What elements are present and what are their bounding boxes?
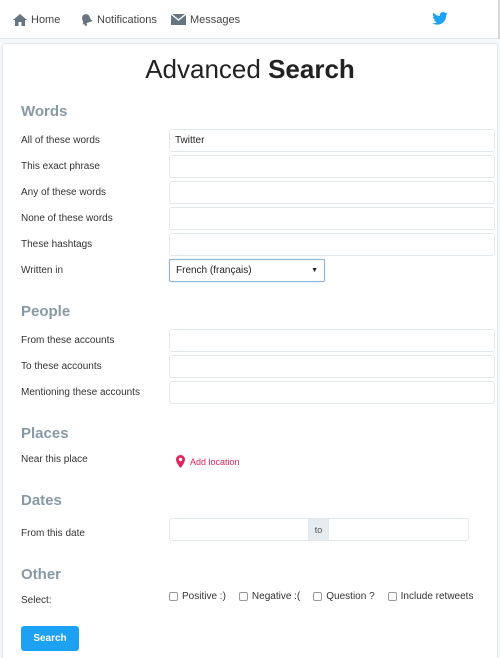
nav-notifications[interactable]: Notifications [80, 0, 157, 39]
from-date-label: From this date [21, 528, 85, 539]
map-pin-icon [176, 455, 185, 468]
add-location-link[interactable]: Add location [176, 455, 240, 468]
positive-label: Positive :) [182, 591, 226, 602]
none-words-input[interactable] [169, 207, 495, 230]
advanced-search-panel: Advanced Search Words All of these words… [2, 43, 498, 658]
nav-home-label: Home [31, 13, 61, 26]
none-words-label: None of these words [21, 213, 113, 224]
negative-option[interactable]: Negative :( [238, 591, 301, 602]
section-words-heading: Words [21, 103, 68, 120]
question-option[interactable]: Question ? [313, 591, 375, 602]
date-range-separator: to [308, 518, 329, 541]
positive-checkbox[interactable] [169, 592, 178, 601]
section-other-heading: Other [21, 566, 62, 583]
from-date-input[interactable] [169, 518, 309, 541]
mentioning-accounts-input[interactable] [169, 381, 495, 404]
to-accounts-input[interactable] [169, 355, 495, 378]
retweets-checkbox[interactable] [387, 592, 397, 601]
question-checkbox[interactable] [313, 592, 323, 601]
bird-icon [432, 12, 448, 25]
filter-options: Positive :) Negative :( Question ? Inclu… [169, 591, 473, 602]
section-people-heading: People [21, 303, 71, 320]
page-title-light: Advanced [145, 54, 261, 84]
home-icon [13, 13, 27, 26]
exact-phrase-input[interactable] [169, 155, 495, 178]
negative-label: Negative :( [251, 591, 301, 602]
page-title-bold: Search [268, 54, 355, 84]
retweets-option[interactable]: Include retweets [387, 591, 474, 602]
hashtags-input[interactable] [169, 233, 495, 256]
to-accounts-label: To these accounts [21, 361, 102, 372]
nav-messages-label: Messages [190, 13, 241, 26]
to-date-input[interactable] [328, 518, 469, 541]
language-select[interactable]: French (français) ▼ [169, 259, 325, 282]
brand-logo[interactable] [432, 12, 448, 30]
from-accounts-input[interactable] [169, 329, 495, 352]
section-places-heading: Places [21, 425, 69, 442]
retweets-label: Include retweets [400, 591, 474, 602]
mentioning-accounts-label: Mentioning these accounts [21, 387, 140, 398]
any-words-label: Any of these words [21, 187, 107, 198]
question-label: Question ? [326, 591, 375, 602]
nav-home[interactable]: Home [13, 0, 60, 39]
add-location-label: Add location [190, 456, 240, 467]
all-words-label: All of these words [21, 135, 100, 146]
hashtags-label: These hashtags [21, 239, 93, 250]
exact-phrase-label: This exact phrase [21, 161, 100, 172]
near-place-label: Near this place [21, 454, 88, 465]
from-accounts-label: From these accounts [21, 335, 115, 346]
search-button[interactable]: Search [21, 626, 79, 651]
nav-notifications-label: Notifications [97, 13, 157, 26]
top-nav: Home Notifications Messages [0, 0, 500, 39]
language-label: Written in [21, 265, 64, 276]
language-selected-value: French (français) [176, 265, 252, 276]
any-words-input[interactable] [169, 181, 495, 204]
nav-messages[interactable]: Messages [171, 0, 240, 39]
select-label: Select: [21, 595, 52, 606]
all-words-input[interactable]: Twitter [169, 129, 495, 152]
negative-checkbox[interactable] [238, 592, 248, 601]
envelope-icon [171, 14, 186, 25]
chevron-down-icon: ▼ [311, 267, 318, 274]
section-dates-heading: Dates [21, 492, 62, 509]
page-title: Advanced Search [3, 54, 497, 85]
bell-icon [82, 14, 93, 26]
positive-option[interactable]: Positive :) [169, 591, 226, 602]
